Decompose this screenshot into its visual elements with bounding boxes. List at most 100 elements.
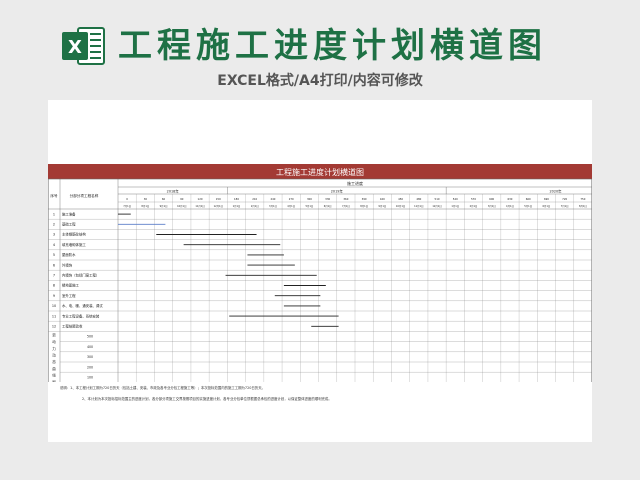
day-mark: 450 <box>398 197 403 201</box>
day-mark: 300 <box>307 197 312 201</box>
task-name: 施工准备 <box>62 211 76 216</box>
month-mark: 10月1日 <box>396 204 405 208</box>
month-mark: 4月1日 <box>287 204 295 208</box>
page-subtitle: EXCEL格式/A4打印/内容可修改 <box>217 73 423 89</box>
footnote-1: 说明：1、本工程计划工期为720日历天（包括土建、安装、市政及各专业分包工程施工… <box>60 386 265 390</box>
page-title: 工程施工进度计划横道图 <box>118 26 547 66</box>
footnote-2: 2、本计划为本次投标招标范围主的进度计划，各分部分项施工交界按照项目的实施进度计… <box>82 397 332 401</box>
labor-label-char: 动 <box>52 339 56 344</box>
col-header-seq: 序号 <box>50 193 58 198</box>
day-mark: 660 <box>526 197 531 201</box>
month-mark: 3月1日 <box>488 204 496 208</box>
day-mark: 540 <box>453 197 458 201</box>
task-name: 填充墙砌体施工 <box>62 242 86 247</box>
month-mark: 8月1日 <box>579 204 587 208</box>
month-mark: 3月1日 <box>269 204 277 208</box>
labor-label-char: 态 <box>52 359 56 364</box>
day-mark: 120 <box>198 197 203 201</box>
task-name: 主体钢筋砼结构 <box>62 232 86 237</box>
month-mark: 6月1日 <box>324 204 332 208</box>
task-name: 基础工程 <box>62 222 76 227</box>
excel-logo-icon: X <box>62 27 105 65</box>
day-mark: 600 <box>489 197 494 201</box>
month-mark: 2月1日 <box>251 204 259 208</box>
month-mark: 12月1日 <box>214 204 223 208</box>
month-mark: 2月1日 <box>470 204 478 208</box>
day-mark: 60 <box>162 197 166 201</box>
task-name: 室外工程 <box>62 293 76 298</box>
day-mark: 720 <box>562 197 567 201</box>
col-header-item: 分部分项工程名称 <box>70 193 99 198</box>
day-mark: 30 <box>144 197 148 201</box>
labor-value: 400 <box>87 345 93 349</box>
labor-value: 200 <box>87 365 93 369</box>
task-number: 3 <box>53 233 55 237</box>
month-mark: 12月1日 <box>432 204 441 208</box>
year-header-1: 2019年 <box>331 189 344 194</box>
spreadsheet-sheet: 工程施工进度计划横道图序号 分部分项工程名称 施工进度 2018年 2019年 2020年… <box>47 100 593 442</box>
month-mark: 7月1日 <box>342 204 350 208</box>
month-mark: 7月1日 <box>123 204 131 208</box>
labor-value: 500 <box>87 335 93 339</box>
year-header-2: 2020年 <box>550 189 563 194</box>
month-mark: 1月1日 <box>451 204 459 208</box>
task-number: 7 <box>53 274 55 278</box>
day-mark: 480 <box>416 197 421 201</box>
logo-letter: X <box>68 37 82 58</box>
day-mark: 750 <box>580 197 585 201</box>
year-header-0: 2018年 <box>167 189 180 194</box>
labor-label-char: 曲 <box>52 366 56 371</box>
month-mark: 11月1日 <box>195 204 204 208</box>
month-mark: 1月1日 <box>233 204 241 208</box>
task-number: 9 <box>53 294 55 298</box>
month-mark: 7月1日 <box>561 204 569 208</box>
labor-label-char: 线 <box>52 373 56 378</box>
month-mark: 5月1日 <box>524 204 532 208</box>
month-mark: 8月1日 <box>360 204 368 208</box>
month-mark: 4月1日 <box>506 204 514 208</box>
month-mark: 9月1日 <box>160 204 168 208</box>
labor-label-char: 动 <box>52 353 56 358</box>
day-mark: 240 <box>270 197 275 201</box>
day-mark: 90 <box>180 197 184 201</box>
task-number: 10 <box>52 304 56 308</box>
gantt-chart: 工程施工进度计划横道图序号 分部分项工程名称 施工进度 2018年 2019年 2020年… <box>47 164 593 384</box>
labor-value: 300 <box>87 355 93 359</box>
day-mark: 0 <box>126 197 128 201</box>
day-mark: 690 <box>544 197 549 201</box>
day-mark: 420 <box>380 197 385 201</box>
task-number: 8 <box>53 284 55 288</box>
labor-value: 100 <box>87 376 93 380</box>
task-name: 水、电、暖、通安装、调试 <box>62 303 103 308</box>
day-mark: 150 <box>216 197 221 201</box>
month-mark: 5月1日 <box>306 204 314 208</box>
task-number: 6 <box>53 263 55 267</box>
task-name: 屋面防水 <box>62 252 76 257</box>
task-name: 外墙饰 <box>62 262 73 267</box>
labor-label-char: 图 <box>52 380 56 382</box>
month-mark: 6月1日 <box>543 204 551 208</box>
gantt-table: 工程施工进度计划横道图序号 分部分项工程名称 施工进度 2018年 2019年 2020年… <box>47 164 593 386</box>
labor-label-char: 劳 <box>52 332 56 337</box>
month-mark: 11月1日 <box>414 204 423 208</box>
task-number: 12 <box>52 325 56 329</box>
day-mark: 510 <box>435 197 440 201</box>
schedule-header: 施工进度 <box>347 180 363 186</box>
task-number: 4 <box>53 243 55 247</box>
sheet-title: 工程施工进度计划横道图 <box>276 167 364 177</box>
task-number: 2 <box>53 223 55 227</box>
month-mark: 8月1日 <box>141 204 149 208</box>
task-number: 11 <box>52 314 56 318</box>
day-mark: 330 <box>325 197 330 201</box>
task-name: 楼地面施工 <box>62 283 80 288</box>
day-mark: 630 <box>507 197 512 201</box>
labor-label-char: 力 <box>52 346 56 351</box>
day-mark: 390 <box>362 197 367 201</box>
month-mark: 10月1日 <box>177 204 186 208</box>
day-mark: 360 <box>343 197 348 201</box>
task-number: 5 <box>53 253 55 257</box>
day-mark: 570 <box>471 197 476 201</box>
day-mark: 210 <box>252 197 257 201</box>
task-number: 1 <box>53 212 55 216</box>
day-mark: 180 <box>234 197 239 201</box>
